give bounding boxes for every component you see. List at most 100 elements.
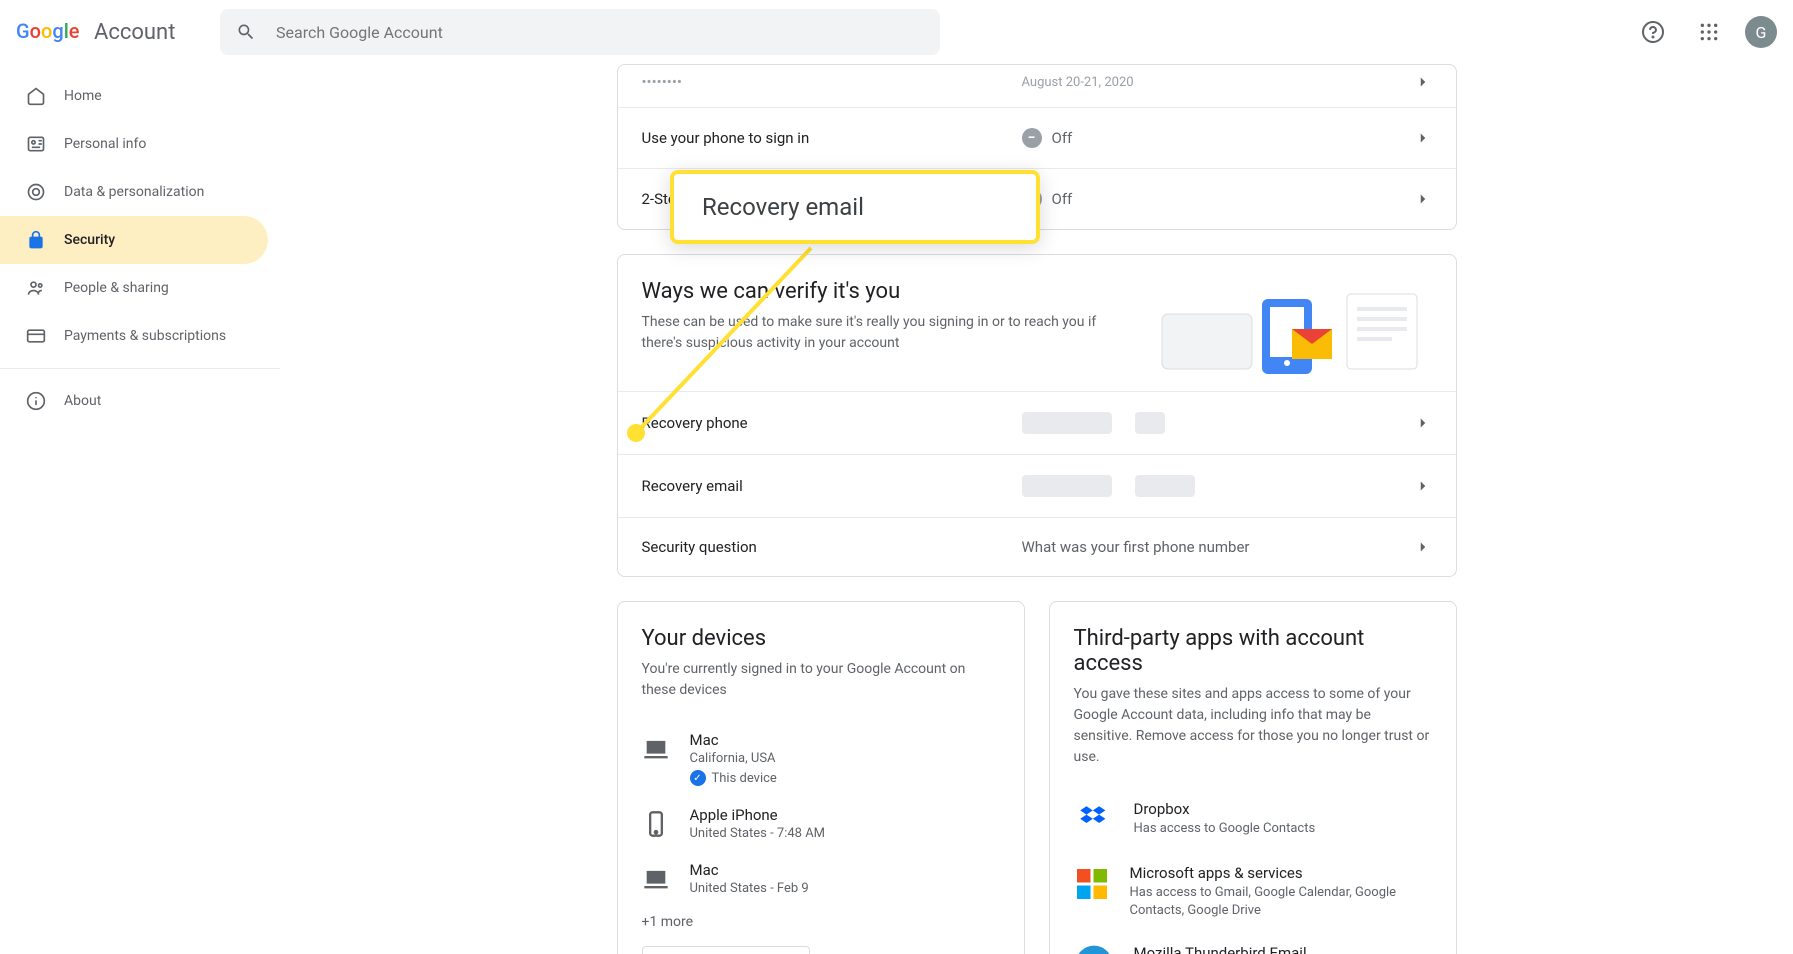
two-step-status: Off — [1052, 190, 1073, 208]
check-icon: ✓ — [690, 770, 706, 786]
app-sub: Has access to Google Contacts — [1134, 820, 1316, 838]
header: Google Account G — [0, 0, 1793, 64]
svg-text:Google: Google — [16, 20, 80, 43]
verify-title: Ways we can verify it's you — [642, 279, 1128, 304]
search-bar[interactable] — [220, 9, 940, 55]
verify-card-head: Ways we can verify it's you These can be… — [618, 255, 1456, 391]
security-q-label: Security question — [642, 538, 1022, 556]
search-input[interactable] — [276, 23, 924, 42]
thirdparty-card: Third-party apps with account access You… — [1049, 601, 1457, 954]
lock-icon — [24, 228, 48, 252]
sidebar-item-label: Security — [64, 232, 115, 248]
help-icon — [1641, 20, 1665, 44]
redacted-value — [1022, 475, 1112, 497]
devices-desc: You're currently signed in to your Googl… — [642, 659, 1000, 701]
laptop-icon — [642, 865, 670, 893]
device-name: Apple iPhone — [690, 806, 826, 824]
this-device-badge: ✓This device — [690, 770, 777, 786]
chevron-right-icon — [1414, 477, 1432, 495]
chevron-right-icon — [1414, 73, 1432, 91]
row-security-question[interactable]: Security question What was your first ph… — [618, 517, 1456, 576]
chevron-right-icon — [1414, 538, 1432, 556]
sidebar-item-people[interactable]: People & sharing — [0, 264, 268, 312]
row-recovery-phone[interactable]: Recovery phone — [618, 391, 1456, 454]
app-row[interactable]: Dropbox Has access to Google Contacts — [1074, 788, 1432, 852]
row-phone-signin[interactable]: Use your phone to sign in −Off — [618, 107, 1456, 168]
microsoft-icon — [1074, 864, 1110, 904]
app-name: Dropbox — [1134, 800, 1316, 818]
app-name: Mozilla Thunderbird Email — [1134, 944, 1307, 954]
phone-icon — [642, 810, 670, 838]
sidebar-item-label: People & sharing — [64, 280, 169, 296]
app-row[interactable]: Mozilla Thunderbird Email Has access to … — [1074, 932, 1432, 954]
callout-tooltip: Recovery email — [670, 170, 1040, 244]
sidebar-item-about[interactable]: About — [0, 377, 268, 425]
google-logo-icon: Google — [16, 20, 90, 44]
sidebar-item-label: Home — [64, 88, 102, 104]
thunderbird-icon — [1074, 944, 1114, 954]
info-icon — [24, 389, 48, 413]
security-q-value: What was your first phone number — [1022, 538, 1250, 556]
sidebar-item-personal[interactable]: Personal info — [0, 120, 268, 168]
devices-card: Your devices You're currently signed in … — [617, 601, 1025, 954]
verify-desc: These can be used to make sure it's real… — [642, 312, 1102, 354]
sidebar: Home Personal info Data & personalizatio… — [0, 64, 280, 954]
more-devices-link[interactable]: +1 more — [642, 914, 694, 930]
last-changed-value: August 20-21, 2020 — [1022, 75, 1134, 90]
sidebar-item-label: Personal info — [64, 136, 146, 152]
row-recovery-email[interactable]: Recovery email — [618, 454, 1456, 517]
tune-icon — [24, 180, 48, 204]
home-icon — [24, 84, 48, 108]
dropbox-icon — [1074, 800, 1114, 840]
phone-signin-status: Off — [1052, 129, 1073, 147]
sidebar-item-label: About — [64, 393, 101, 409]
devices-illustration-icon — [1152, 279, 1432, 379]
app-name: Microsoft apps & services — [1130, 864, 1432, 882]
redacted-value — [1135, 412, 1165, 434]
google-logo-area[interactable]: Google Account — [16, 20, 196, 45]
app-row[interactable]: Microsoft apps & services Has access to … — [1074, 852, 1432, 932]
status-off-icon: − — [1022, 128, 1042, 148]
sidebar-item-label: Data & personalization — [64, 184, 204, 200]
device-row[interactable]: Mac United States - Feb 9 — [642, 851, 1000, 906]
sidebar-item-data[interactable]: Data & personalization — [0, 168, 268, 216]
chevron-right-icon — [1414, 129, 1432, 147]
device-name: Mac — [690, 861, 809, 879]
find-device-button[interactable]: Find a lost device — [642, 946, 810, 954]
redacted-value — [1135, 475, 1195, 497]
app-sub: Has access to Gmail, Google Calendar, Go… — [1130, 884, 1432, 920]
apps-grid-icon — [1699, 22, 1719, 42]
sidebar-item-label: Payments & subscriptions — [64, 328, 226, 344]
sidebar-item-security[interactable]: Security — [0, 216, 268, 264]
device-sub: California, USA — [690, 751, 777, 766]
row-last-changed[interactable]: •••••••• August 20-21, 2020 — [618, 65, 1456, 107]
verify-card: Ways we can verify it's you These can be… — [617, 254, 1457, 577]
account-label: Account — [94, 20, 175, 45]
verify-illustration — [1152, 279, 1432, 379]
recovery-phone-label: Recovery phone — [642, 414, 1022, 432]
people-icon — [24, 276, 48, 300]
thirdparty-title: Third-party apps with account access — [1074, 626, 1432, 676]
device-sub: United States - 7:48 AM — [690, 826, 826, 841]
device-sub: United States - Feb 9 — [690, 881, 809, 896]
chevron-right-icon — [1414, 414, 1432, 432]
phone-signin-label: Use your phone to sign in — [642, 129, 1022, 147]
sidebar-divider — [0, 368, 280, 369]
badge-icon — [24, 132, 48, 156]
header-actions: G — [1633, 12, 1777, 52]
laptop-icon — [642, 735, 670, 763]
redacted-value — [1022, 412, 1112, 434]
devices-title: Your devices — [642, 626, 1000, 651]
sidebar-item-home[interactable]: Home — [0, 72, 268, 120]
sidebar-item-payments[interactable]: Payments & subscriptions — [0, 312, 268, 360]
recovery-email-label: Recovery email — [642, 477, 1022, 495]
card-icon — [24, 324, 48, 348]
callout-text: Recovery email — [702, 193, 864, 221]
help-button[interactable] — [1633, 12, 1673, 52]
device-name: Mac — [690, 731, 777, 749]
search-icon — [236, 22, 256, 42]
device-row[interactable]: Mac California, USA ✓This device — [642, 721, 1000, 796]
device-row[interactable]: Apple iPhone United States - 7:48 AM — [642, 796, 1000, 851]
avatar[interactable]: G — [1745, 16, 1777, 48]
apps-button[interactable] — [1689, 12, 1729, 52]
